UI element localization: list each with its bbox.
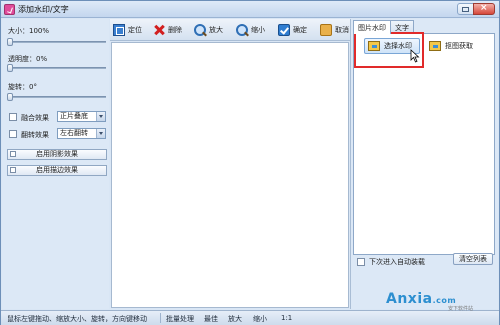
app-logo-icon xyxy=(4,4,15,15)
shadow-effect-label: 启用阴影效果 xyxy=(36,150,78,158)
brand-domain: .com xyxy=(432,296,457,305)
delete-icon xyxy=(153,24,165,36)
locate-button[interactable]: 定位 xyxy=(113,23,142,37)
size-slider[interactable] xyxy=(7,38,106,46)
window-title: 添加水印/文字 xyxy=(18,5,69,14)
locate-icon xyxy=(113,24,125,36)
status-zoom-in-button[interactable]: 放大 xyxy=(228,314,242,324)
delete-button[interactable]: 删除 xyxy=(153,23,182,37)
locate-label: 定位 xyxy=(128,26,142,34)
size-label: 大小：100% xyxy=(8,27,50,35)
cutout-icon xyxy=(429,41,441,51)
rotation-slider[interactable] xyxy=(7,93,106,101)
flip-select-value: 左右翻转 xyxy=(60,129,88,137)
cancel-icon xyxy=(320,24,332,36)
status-divider xyxy=(160,313,161,323)
zoom-in-label: 放大 xyxy=(209,26,223,34)
stroke-effect-label: 启用描边效果 xyxy=(36,166,78,174)
cutout-label: 抠图获取 xyxy=(445,42,473,50)
flip-select[interactable]: 左右翻转 xyxy=(57,128,106,139)
rotation-label: 旋转：0° xyxy=(8,83,37,91)
zoom-out-label: 缩小 xyxy=(251,26,265,34)
flip-label: 翻转效果 xyxy=(21,131,49,139)
restore-button[interactable] xyxy=(457,3,474,15)
app-window: 添加水印/文字 × 大小：100% 透明度：0% 旋转：0° 融合效果 正片叠底… xyxy=(0,0,500,325)
status-hint: 鼠标左键拖动、缩放大小、旋转，方向键移动 xyxy=(7,315,147,323)
opacity-label: 透明度：0% xyxy=(8,55,48,63)
cancel-button[interactable]: 取消 xyxy=(320,23,349,37)
rotation-slider-handle[interactable] xyxy=(7,93,13,101)
watermark-list[interactable] xyxy=(360,78,494,252)
chevron-down-icon[interactable] xyxy=(96,112,105,121)
flip-checkbox[interactable] xyxy=(9,130,17,138)
auto-load-option[interactable]: 下次进入自动装载 xyxy=(357,257,425,267)
shadow-effect-button[interactable]: 启用阴影效果 xyxy=(7,149,107,160)
close-button[interactable]: × xyxy=(473,3,495,15)
stroke-effect-button[interactable]: 启用描边效果 xyxy=(7,165,107,176)
brand-watermark: Anxia.com 安下软件站 xyxy=(386,291,498,313)
actual-size-button[interactable]: 1:1 xyxy=(281,314,292,322)
blend-label: 融合效果 xyxy=(21,114,49,122)
check-icon xyxy=(278,24,290,36)
blend-checkbox[interactable] xyxy=(9,113,17,121)
delete-label: 删除 xyxy=(168,26,182,34)
restore-icon xyxy=(462,7,469,12)
status-zoom-out-button[interactable]: 缩小 xyxy=(253,314,267,324)
auto-load-label: 下次进入自动装载 xyxy=(369,258,425,266)
stroke-checkbox[interactable] xyxy=(10,167,16,173)
auto-load-checkbox[interactable] xyxy=(357,258,365,266)
batch-process-button[interactable]: 批量处理 xyxy=(166,314,194,324)
opacity-slider-handle[interactable] xyxy=(7,64,13,72)
zoom-in-button[interactable]: 放大 xyxy=(194,23,223,37)
best-fit-button[interactable]: 最佳 xyxy=(204,314,218,324)
cutout-button[interactable]: 抠图获取 xyxy=(426,38,484,54)
title-bar[interactable]: 添加水印/文字 × xyxy=(1,1,499,18)
cancel-label: 取消 xyxy=(335,26,349,34)
image-canvas[interactable] xyxy=(111,42,349,308)
mouse-cursor-icon xyxy=(410,49,420,63)
chevron-down-icon[interactable] xyxy=(96,129,105,138)
window-controls: × xyxy=(457,3,495,15)
ok-button[interactable]: 确定 xyxy=(278,23,307,37)
zoom-in-icon xyxy=(194,24,206,36)
zoom-out-button[interactable]: 缩小 xyxy=(236,23,265,37)
brand-subtitle: 安下软件站 xyxy=(448,306,474,312)
clear-list-button[interactable]: 清空列表 xyxy=(453,253,493,265)
brand-logo: Anxia.com xyxy=(386,291,456,307)
left-settings-panel: 大小：100% 透明度：0% 旋转：0° 融合效果 正片叠底 翻转效果 左右翻转… xyxy=(2,19,109,309)
size-slider-handle[interactable] xyxy=(7,38,13,46)
opacity-slider[interactable] xyxy=(7,64,106,72)
blend-select-value: 正片叠底 xyxy=(60,112,88,120)
blend-select[interactable]: 正片叠底 xyxy=(57,111,106,122)
shadow-checkbox[interactable] xyxy=(10,151,16,157)
ok-label: 确定 xyxy=(293,26,307,34)
brand-name: Anxia xyxy=(386,291,433,307)
main-toolbar: 定位 删除 放大 缩小 确定 取消 xyxy=(110,19,350,41)
close-icon: × xyxy=(480,3,488,13)
tab-image-watermark[interactable]: 图片水印 xyxy=(353,20,391,34)
zoom-out-icon xyxy=(236,24,248,36)
